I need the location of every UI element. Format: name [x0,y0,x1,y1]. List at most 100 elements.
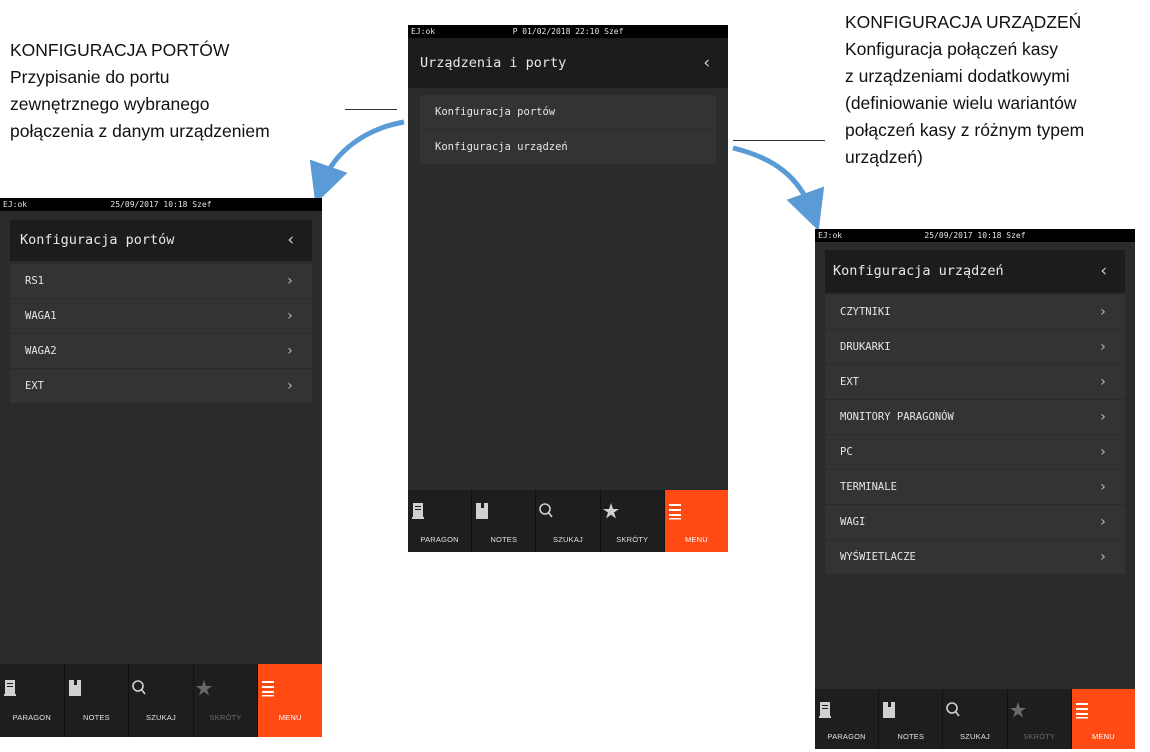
tab-skroty[interactable]: SKRÓTY [194,664,259,737]
back-icon[interactable]: ‹ [1099,250,1109,293]
list-item-waga2[interactable]: WAGA2 › [10,334,312,369]
tab-menu[interactable]: MENU [664,490,728,552]
list-item-label: EXT [25,380,44,392]
tab-paragon[interactable]: PARAGON [0,664,65,737]
chevron-right-icon: › [1098,374,1107,390]
datetime-status: 25/09/2017 10:18 Szef [924,231,1026,240]
datetime-status: 25/09/2017 10:18 Szef [110,200,212,209]
tab-skroty[interactable]: SKRÓTY [1008,689,1072,749]
list-item-rs1[interactable]: RS1 › [10,264,312,299]
tab-szukaj[interactable]: SZUKAJ [129,664,194,737]
page-title: Urządzenia i porty [420,55,567,71]
list-item-label: TERMINALE [840,481,897,493]
list-item-label: CZYTNIKI [840,306,891,318]
menu-icon [262,681,275,697]
list-item-drukarki[interactable]: DRUKARKI › [825,330,1125,365]
list-item-label: WAGA1 [25,310,57,322]
notebook-icon [883,702,896,718]
star-icon [195,680,212,696]
tab-notes[interactable]: NOTES [472,490,537,552]
star-icon [602,503,619,519]
list-item-label: WAGI [840,516,866,528]
list-item-wagi[interactable]: WAGI › [825,505,1125,540]
list-item-label: Konfiguracja urządzeń [435,141,568,153]
tab-label: SKRÓTY [1023,732,1056,741]
tab-label: NOTES [897,732,925,741]
back-icon[interactable]: ‹ [702,38,712,88]
screen-header: Urządzenia i porty ‹ [408,38,728,88]
tab-paragon[interactable]: PARAGON [408,490,473,552]
list-item-ext[interactable]: EXT › [10,369,312,404]
search-icon [946,702,961,717]
chevron-right-icon: › [1098,549,1107,565]
menu-icon [668,504,681,520]
tab-label: PARAGON [420,535,459,544]
tab-label: SZUKAJ [553,535,583,544]
list-item-port-config[interactable]: Konfiguracja portów [420,95,716,130]
page-title: Konfiguracja urządzeń [833,263,1004,279]
tab-label: MENU [684,535,708,544]
star-icon [1009,702,1026,718]
tab-label: MENU [278,713,302,722]
device-config-screen: EJ:ok 25/09/2017 10:18 Szef Konfiguracja… [815,229,1135,749]
list-item-label: MONITORY PARAGONÓW [840,411,954,423]
chevron-right-icon: › [285,273,294,289]
tab-label: MENU [1091,732,1115,741]
tab-menu[interactable]: MENU [258,664,322,737]
tab-label: NOTES [490,535,518,544]
list-item-pc[interactable]: PC › [825,435,1125,470]
arrow-to-devices [732,145,825,231]
list-item-czytniki[interactable]: CZYTNIKI › [825,295,1125,330]
tab-notes[interactable]: NOTES [65,664,130,737]
devices-and-ports-screen: EJ:ok P 01/02/2018 22:10 Szef Urządzenia… [408,25,728,552]
tab-skroty[interactable]: SKRÓTY [601,490,665,552]
receipt-icon [819,702,831,718]
notebook-icon [476,503,489,519]
list-item-device-config[interactable]: Konfiguracja urządzeń [420,130,716,165]
list-item-wyswietlacze[interactable]: WYŚWIETLACZE › [825,540,1125,575]
status-bar: EJ:ok P 01/02/2018 22:10 Szef [408,25,728,38]
tab-label: PARAGON [12,713,51,722]
status-bar: EJ:ok 25/09/2017 10:18 Szef [815,229,1135,242]
tab-label: SKRÓTY [209,713,242,722]
tab-paragon[interactable]: PARAGON [815,689,880,749]
port-config-screen: EJ:ok 25/09/2017 10:18 Szef Konfiguracja… [0,198,322,737]
menu-list: Konfiguracja portów Konfiguracja urządze… [420,95,716,165]
status-bar: EJ:ok 25/09/2017 10:18 Szef [0,198,322,211]
receipt-icon [4,680,16,696]
tab-menu[interactable]: MENU [1071,689,1135,749]
datetime-status: P 01/02/2018 22:10 Szef [512,27,624,36]
chevron-right-icon: › [1098,514,1107,530]
list-item-monitory-paragonow[interactable]: MONITORY PARAGONÓW › [825,400,1125,435]
chevron-right-icon: › [1098,339,1107,355]
port-list: RS1 › WAGA1 › WAGA2 › EXT › [10,264,312,404]
menu-icon [1075,703,1088,719]
bottom-tab-bar: PARAGON NOTES SZUKAJ SKRÓTY MENU [815,689,1135,749]
screen-header: Konfiguracja portów ‹ [10,220,312,261]
tab-szukaj[interactable]: SZUKAJ [536,490,601,552]
list-item-label: Konfiguracja portów [435,106,556,118]
tab-szukaj[interactable]: SZUKAJ [943,689,1008,749]
list-item-label: WYŚWIETLACZE [840,551,916,563]
search-icon [539,503,554,518]
arrow-to-ports [309,119,405,204]
chevron-right-icon: › [1098,479,1107,495]
chevron-right-icon: › [285,343,294,359]
chevron-right-icon: › [1098,444,1107,460]
list-item-ext[interactable]: EXT › [825,365,1125,400]
chevron-right-icon: › [1098,409,1107,425]
list-item-waga1[interactable]: WAGA1 › [10,299,312,334]
screen-header: Konfiguracja urządzeń ‹ [825,250,1125,293]
tab-label: SZUKAJ [146,713,176,722]
bottom-tab-bar: PARAGON NOTES SZUKAJ SKRÓTY MENU [0,664,322,737]
back-icon[interactable]: ‹ [286,220,296,261]
chevron-right-icon: › [285,308,294,324]
tab-label: SKRÓTY [616,535,649,544]
tab-notes[interactable]: NOTES [879,689,944,749]
device-list: CZYTNIKI › DRUKARKI › EXT › MONITORY PAR… [825,295,1125,575]
list-item-terminale[interactable]: TERMINALE › [825,470,1125,505]
tab-label: NOTES [82,713,110,722]
page-title: Konfiguracja portów [20,232,175,248]
notebook-icon [68,680,81,696]
bottom-tab-bar: PARAGON NOTES SZUKAJ SKRÓTY MENU [408,490,728,552]
